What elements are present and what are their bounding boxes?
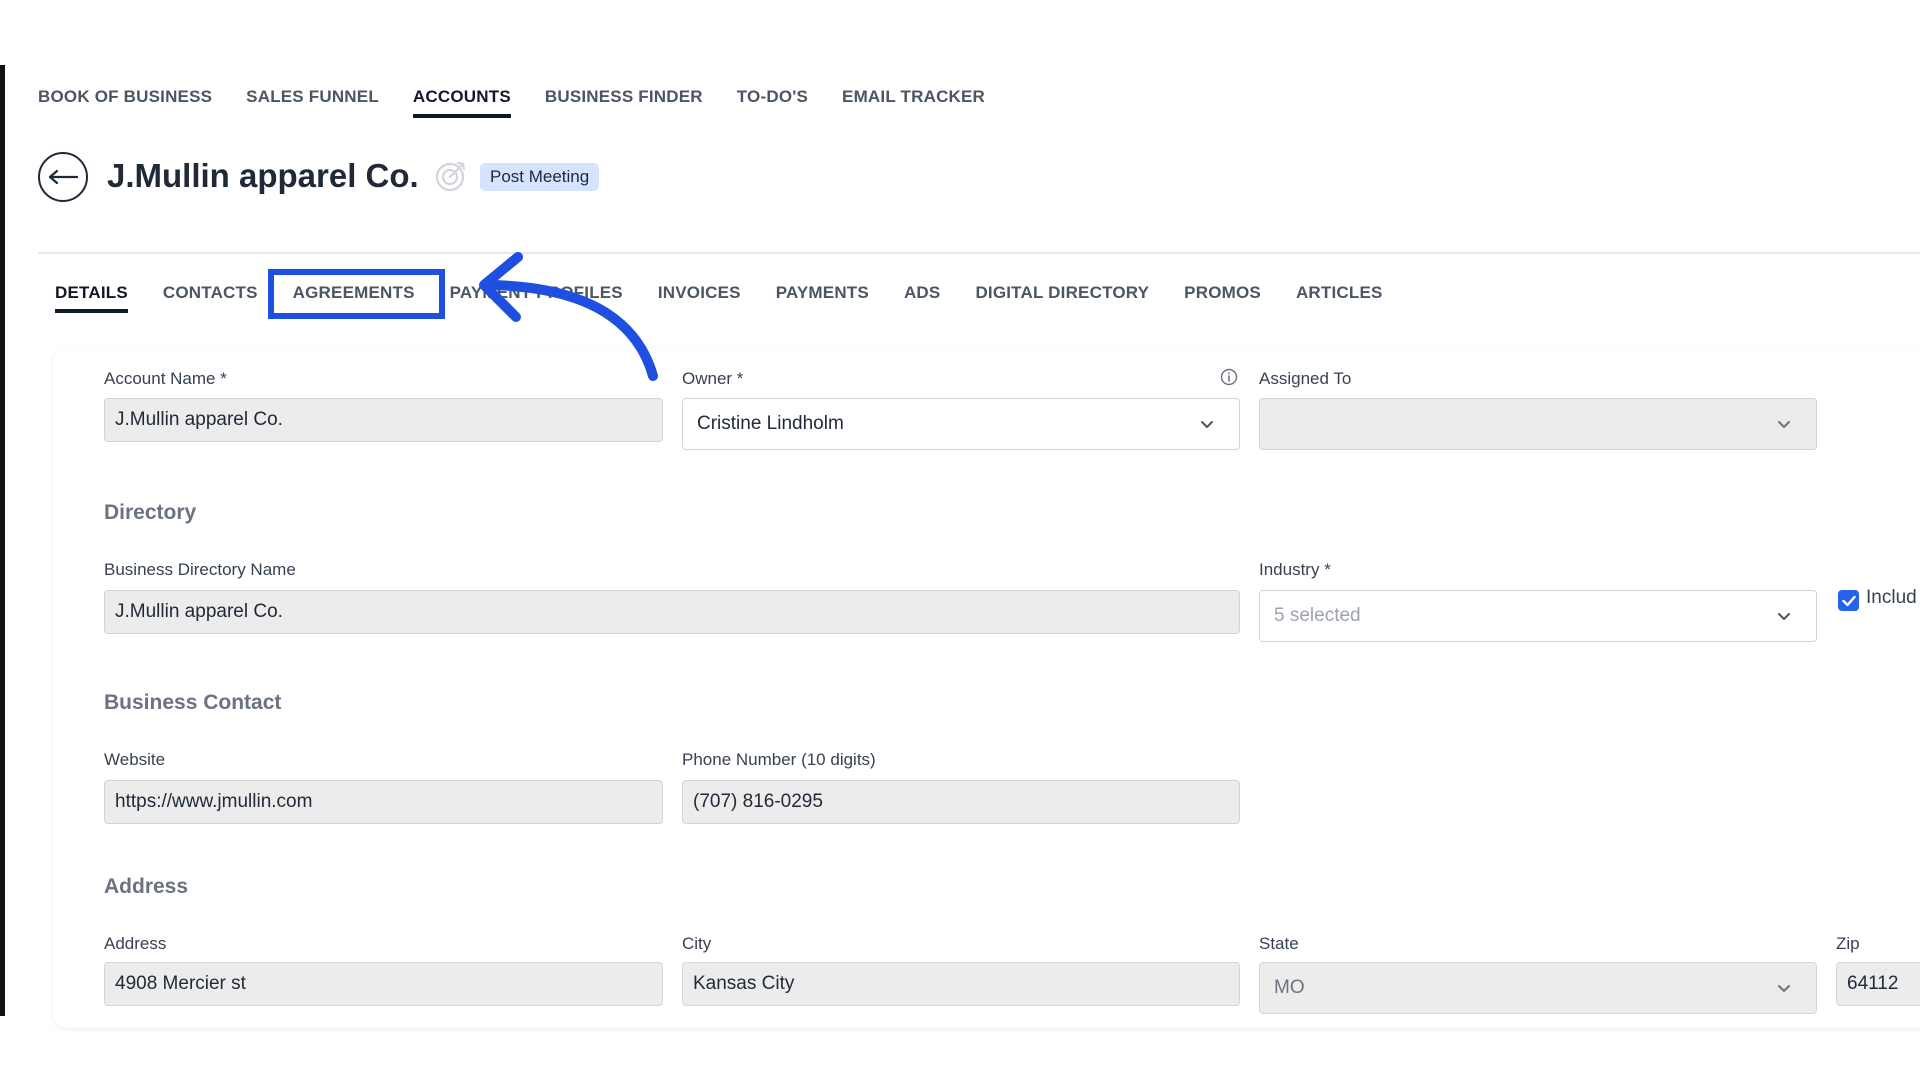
account-subtabs: DETAILS CONTACTS AGREEMENTS PAYMENT PROF… <box>55 283 1418 313</box>
phone-number-field[interactable]: (707) 816-0295 <box>682 780 1240 824</box>
header-divider <box>38 252 1920 254</box>
topnav-accounts[interactable]: ACCOUNTS <box>412 86 511 118</box>
tab-digital-directory[interactable]: DIGITAL DIRECTORY <box>975 283 1149 313</box>
state-select-value: MO <box>1274 977 1305 998</box>
back-button[interactable] <box>38 152 88 202</box>
topnav-email-tracker[interactable]: EMAIL TRACKER <box>842 86 985 118</box>
chevron-down-icon <box>1201 421 1213 428</box>
city-field[interactable]: Kansas City <box>682 962 1240 1006</box>
directory-section-title: Directory <box>104 501 197 524</box>
chevron-down-icon <box>1778 985 1790 992</box>
phone-number-label: Phone Number (10 digits) <box>682 750 876 769</box>
industry-select-placeholder: 5 selected <box>1274 605 1361 626</box>
topnav-sales-funnel[interactable]: SALES FUNNEL <box>246 86 379 118</box>
include-checkbox[interactable] <box>1838 590 1859 611</box>
info-icon[interactable] <box>1220 368 1238 386</box>
address-field[interactable]: 4908 Mercier st <box>104 962 663 1006</box>
tab-payment-profiles[interactable]: PAYMENT PROFILES <box>450 283 623 313</box>
address-label: Address <box>104 934 167 953</box>
account-name-field[interactable]: J.Mullin apparel Co. <box>104 398 663 442</box>
zip-label: Zip <box>1836 934 1860 953</box>
topnav-business-finder[interactable]: BUSINESS FINDER <box>545 86 703 118</box>
owner-label: Owner * <box>682 369 744 388</box>
assigned-to-label: Assigned To <box>1259 369 1352 388</box>
status-badge: Post Meeting <box>480 163 600 191</box>
owner-select-value: Cristine Lindholm <box>697 413 844 434</box>
topnav-to-dos[interactable]: TO-DO'S <box>737 86 808 118</box>
chevron-down-icon <box>1778 421 1790 428</box>
tab-details[interactable]: DETAILS <box>55 283 128 313</box>
city-label: City <box>682 934 712 953</box>
checkmark-icon <box>1841 595 1856 606</box>
chevron-down-icon <box>1778 613 1790 620</box>
tab-ads[interactable]: ADS <box>904 283 941 313</box>
include-checkbox-label: Includ <box>1866 587 1917 608</box>
top-navigation: BOOK OF BUSINESS SALES FUNNEL ACCOUNTS B… <box>38 86 1019 120</box>
industry-select[interactable]: 5 selected <box>1259 590 1817 642</box>
state-label: State <box>1259 934 1299 953</box>
industry-label: Industry * <box>1259 560 1331 579</box>
business-contact-section-title: Business Contact <box>104 691 282 714</box>
assigned-to-select[interactable] <box>1259 398 1817 450</box>
address-section-title: Address <box>104 875 189 898</box>
details-card <box>53 348 1920 1028</box>
website-field[interactable]: https://www.jmullin.com <box>104 780 663 824</box>
business-directory-name-label: Business Directory Name <box>104 560 296 579</box>
state-select[interactable]: MO <box>1259 962 1817 1014</box>
tab-contacts[interactable]: CONTACTS <box>163 283 258 313</box>
account-name-label: Account Name * <box>104 369 227 388</box>
agreements-highlight-box <box>268 269 445 319</box>
tab-articles[interactable]: ARTICLES <box>1296 283 1383 313</box>
target-icon[interactable] <box>434 159 468 193</box>
left-edge-rule <box>0 65 5 1016</box>
tab-promos[interactable]: PROMOS <box>1184 283 1261 313</box>
topnav-book-of-business[interactable]: BOOK OF BUSINESS <box>38 86 212 118</box>
business-directory-name-field[interactable]: J.Mullin apparel Co. <box>104 590 1240 634</box>
page-title: J.Mullin apparel Co. <box>107 157 419 194</box>
zip-field[interactable]: 64112 <box>1836 962 1920 1006</box>
tab-payments[interactable]: PAYMENTS <box>776 283 869 313</box>
owner-select[interactable]: Cristine Lindholm <box>682 398 1240 450</box>
arrow-left-icon <box>48 169 78 185</box>
tab-invoices[interactable]: INVOICES <box>658 283 741 313</box>
website-label: Website <box>104 750 166 769</box>
